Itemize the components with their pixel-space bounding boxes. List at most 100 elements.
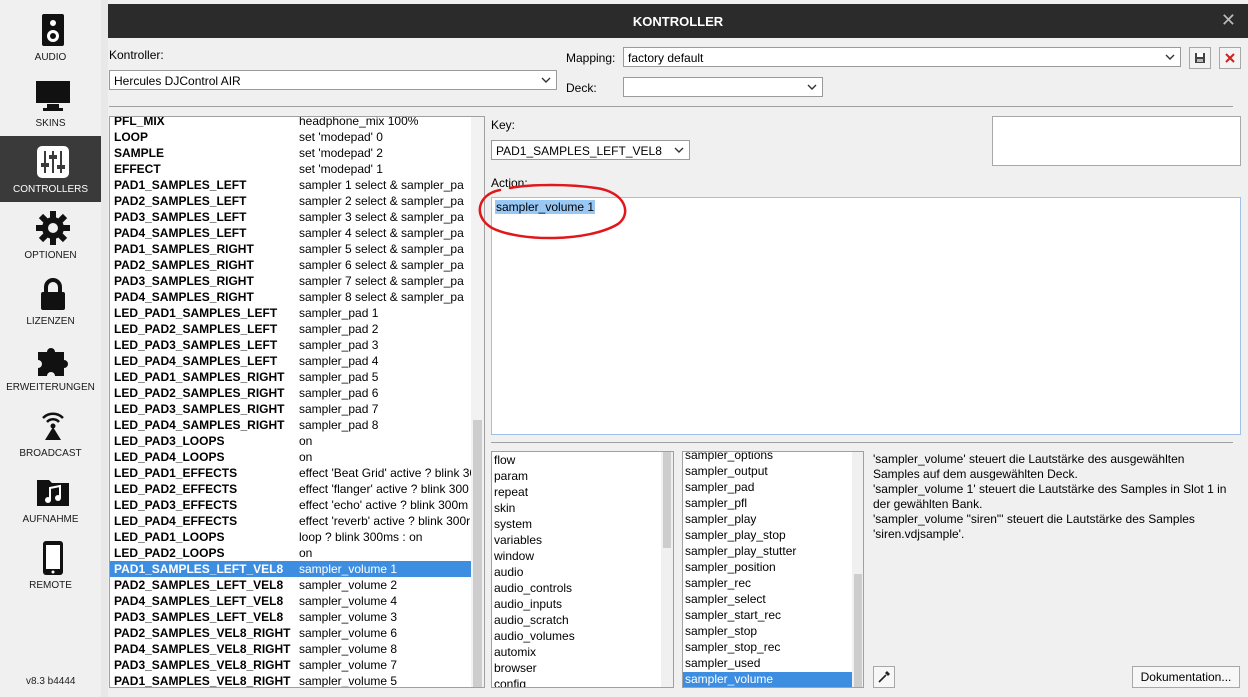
sidebar: AUDIO SKINS CONTROLLERS OPTIONEN LIZENZEN ERW… [0,0,101,697]
table-row[interactable]: LED_PAD3_SAMPLES_LEFT sampler_pad 3 [110,337,472,353]
deck-select[interactable] [623,77,823,97]
table-row[interactable]: LED_PAD3_EFFECTS effect 'echo' active ? b… [110,497,472,513]
table-row[interactable]: SAMPLE set 'modepad' 2 [110,145,472,161]
list-item[interactable]: sampler_used [685,656,760,672]
table-row[interactable]: LED_PAD1_SAMPLES_LEFT sampler_pad 1 [110,305,472,321]
table-row[interactable]: PAD4_SAMPLES_LEFT sampler 4 select & samp… [110,225,472,241]
list-item[interactable]: repeat [494,485,528,501]
documentation-button[interactable]: Dokumentation... [1132,666,1240,688]
table-row[interactable]: LED_PAD4_SAMPLES_LEFT sampler_pad 4 [110,353,472,369]
save-button[interactable] [1189,47,1211,69]
list-item[interactable]: audio_inputs [494,597,562,613]
category-scrollbar-thumb[interactable] [663,452,671,548]
table-row[interactable]: LOOP set 'modepad' 0 [110,129,472,145]
sidebar-item-erweiterungen[interactable]: ERWEITERUNGEN [0,334,101,400]
sidebar-item-aufnahme[interactable]: AUFNAHME [0,466,101,532]
sidebar-item-remote[interactable]: REMOTE [0,532,101,598]
controller-select[interactable]: Hercules DJControl AIR [109,70,557,90]
list-item[interactable]: sampler_play_stop [685,528,786,544]
table-row[interactable]: PAD1_SAMPLES_VEL8_RIGHT sampler_volume 5 [110,673,472,688]
table-row[interactable]: LED_PAD2_SAMPLES_LEFT sampler_pad 2 [110,321,472,337]
mapping-action: sampler_volume 5 [299,674,398,688]
list-item[interactable]: sampler_rec [685,576,751,592]
sidebar-item-skins[interactable]: SKINS [0,70,101,136]
list-item[interactable]: param [494,469,528,485]
list-item[interactable]: config [494,677,526,687]
delete-mapping-button[interactable] [1219,47,1241,69]
speaker-icon [35,12,71,48]
table-row[interactable]: PFL_MIX headphone_mix 100% [110,116,472,129]
table-row[interactable]: PAD4_SAMPLES_RIGHT sampler 8 select & sam… [110,289,472,305]
table-row[interactable]: PAD3_SAMPLES_LEFT_VEL8 sampler_volume 3 [110,609,472,625]
table-row[interactable]: PAD1_SAMPLES_LEFT sampler 1 select & samp… [110,177,472,193]
table-row[interactable]: LED_PAD3_LOOPS on [110,433,472,449]
table-row[interactable]: LED_PAD1_SAMPLES_RIGHT sampler_pad 5 [110,369,472,385]
table-row[interactable]: PAD3_SAMPLES_VEL8_RIGHT sampler_volume 7 [110,657,472,673]
list-item[interactable]: audio_controls [494,581,572,597]
list-item[interactable]: sampler_pfl [685,496,747,512]
mapping-key: LED_PAD2_EFFECTS [114,482,238,496]
table-row[interactable]: LED_PAD1_LOOPS loop ? blink 300ms : on [110,529,472,545]
table-row[interactable]: LED_PAD2_LOOPS on [110,545,472,561]
verb-list[interactable]: sampler_options sampler_output sampler_pad… [682,451,864,688]
close-icon[interactable]: ✕ [1221,10,1236,31]
verb-scrollbar-thumb[interactable] [854,574,862,687]
table-row[interactable]: LED_PAD3_SAMPLES_RIGHT sampler_pad 7 [110,401,472,417]
list-item[interactable]: sampler_start_rec [685,608,781,624]
list-item[interactable]: sampler_stop [685,624,757,640]
mapping-action: sampler_pad 5 [299,370,379,384]
list-item[interactable]: sampler_volume [683,672,853,687]
list-item[interactable]: sampler_select [685,592,766,608]
list-item[interactable]: audio_scratch [494,613,569,629]
list-item[interactable]: window [494,549,534,565]
mapping-scrollbar-thumb[interactable] [473,420,482,687]
table-row[interactable]: LED_PAD2_SAMPLES_RIGHT sampler_pad 6 [110,385,472,401]
list-item[interactable]: variables [494,533,542,549]
list-item[interactable]: system [494,517,532,533]
table-row[interactable]: LED_PAD1_EFFECTS effect 'Beat Grid' activ… [110,465,472,481]
list-item[interactable]: automix [494,645,536,661]
table-row[interactable]: LED_PAD4_EFFECTS effect 'reverb' active ?… [110,513,472,529]
table-row[interactable]: PAD2_SAMPLES_RIGHT sampler 6 select & sam… [110,257,472,273]
table-row[interactable]: PAD3_SAMPLES_LEFT sampler 3 select & samp… [110,209,472,225]
list-item[interactable]: sampler_play_stutter [685,544,796,560]
mapping-select[interactable]: factory default [623,47,1181,67]
table-row[interactable]: PAD1_SAMPLES_RIGHT sampler 5 select & sam… [110,241,472,257]
sidebar-item-audio[interactable]: AUDIO [0,4,101,70]
list-item[interactable]: audio [494,565,523,581]
list-item[interactable]: flow [494,453,515,469]
mapping-action: sampler_volume 1 [299,562,398,576]
list-item[interactable]: browser [494,661,537,677]
table-row[interactable]: LED_PAD4_LOOPS on [110,449,472,465]
mapping-key: LED_PAD1_SAMPLES_LEFT [114,306,278,320]
table-row[interactable]: PAD3_SAMPLES_RIGHT sampler 7 select & sam… [110,273,472,289]
mapping-key: PFL_MIX [114,116,165,128]
chevron-down-icon [541,77,551,83]
sidebar-item-lizenzen[interactable]: LIZENZEN [0,268,101,334]
sidebar-item-controllers[interactable]: CONTROLLERS [0,136,101,202]
sidebar-item-broadcast[interactable]: BROADCAST [0,400,101,466]
list-item[interactable]: sampler_play [685,512,756,528]
pipette-button[interactable] [873,666,895,688]
table-row[interactable]: PAD4_SAMPLES_VEL8_RIGHT sampler_volume 8 [110,641,472,657]
list-item[interactable]: sampler_position [685,560,776,576]
table-row[interactable]: PAD4_SAMPLES_LEFT_VEL8 sampler_volume 4 [110,593,472,609]
table-row[interactable]: PAD1_SAMPLES_LEFT_VEL8 sampler_volume 1 [110,561,472,577]
delete-icon [1225,53,1235,63]
mapping-list[interactable]: PFL_MIX headphone_mix 100% LOOP set 'modepa… [109,116,485,688]
list-item[interactable]: audio_volumes [494,629,575,645]
list-item[interactable]: sampler_options [685,452,773,464]
table-row[interactable]: PAD2_SAMPLES_LEFT_VEL8 sampler_volume 2 [110,577,472,593]
table-row[interactable]: LED_PAD2_EFFECTS effect 'flanger' active … [110,481,472,497]
key-select[interactable]: PAD1_SAMPLES_LEFT_VEL8 [491,140,690,160]
table-row[interactable]: PAD2_SAMPLES_VEL8_RIGHT sampler_volume 6 [110,625,472,641]
category-list[interactable]: flow param repeat skin system variables window… [491,451,674,688]
list-item[interactable]: sampler_stop_rec [685,640,780,656]
sidebar-item-optionen[interactable]: OPTIONEN [0,202,101,268]
list-item[interactable]: sampler_output [685,464,768,480]
list-item[interactable]: sampler_pad [685,480,754,496]
list-item[interactable]: skin [494,501,515,517]
table-row[interactable]: EFFECT set 'modepad' 1 [110,161,472,177]
table-row[interactable]: LED_PAD4_SAMPLES_RIGHT sampler_pad 8 [110,417,472,433]
table-row[interactable]: PAD2_SAMPLES_LEFT sampler 2 select & samp… [110,193,472,209]
